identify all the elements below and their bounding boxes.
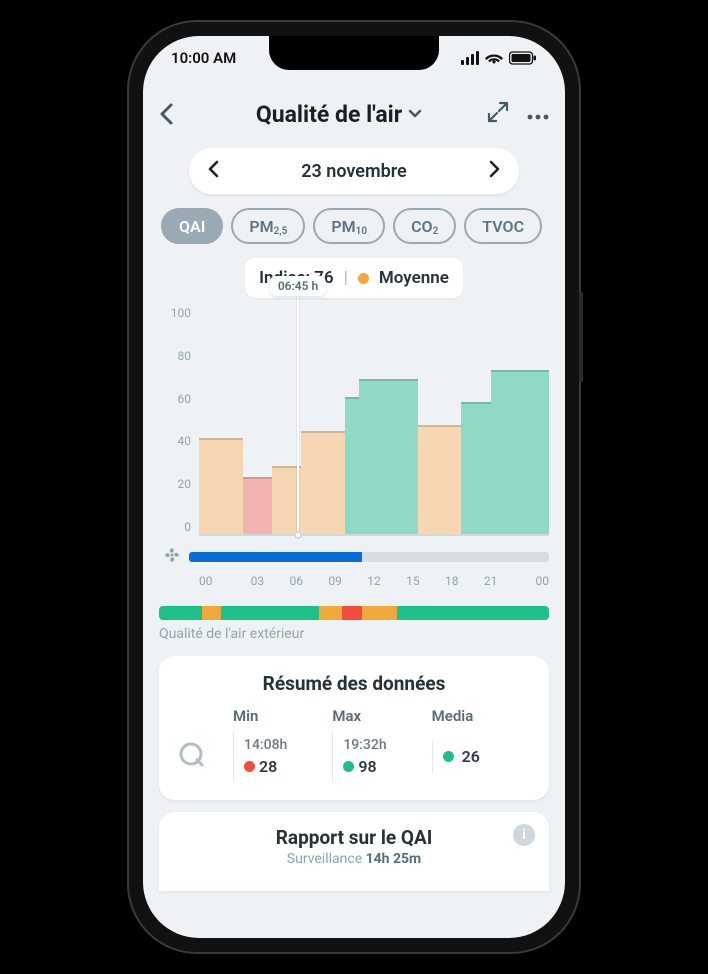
back-button[interactable] xyxy=(159,103,191,125)
wifi-icon xyxy=(485,51,503,65)
battery-icon xyxy=(509,51,537,65)
summary-card: Résumé des données . Min Max Media 14:08… xyxy=(159,656,549,800)
date-prev-button[interactable] xyxy=(207,160,219,183)
chip-tvoc[interactable]: TVOC xyxy=(464,208,542,244)
date-navigator: 23 novembre xyxy=(189,148,519,194)
summary-max-value: 98 xyxy=(358,757,376,776)
chart-plot[interactable]: 06:45 h xyxy=(199,306,549,536)
date-label: 23 novembre xyxy=(301,161,407,182)
outdoor-quality-bar xyxy=(159,606,549,620)
report-sub-label: Surveillance xyxy=(287,851,362,867)
summary-col-max: Max xyxy=(332,707,431,725)
fan-activity-track xyxy=(189,552,549,562)
outdoor-quality-label: Qualité de l'air extérieur xyxy=(159,626,549,642)
summary-col-media: Media xyxy=(432,707,531,725)
report-title: Rapport sur le QAI xyxy=(177,826,531,849)
status-time: 10:00 AM xyxy=(171,49,236,67)
summary-title: Résumé des données xyxy=(177,672,531,695)
expand-icon[interactable] xyxy=(487,101,509,127)
summary-max-time: 19:32h xyxy=(343,737,421,753)
metric-q-icon xyxy=(177,740,233,774)
summary-media-value: 26 xyxy=(462,747,480,766)
summary-col-min: Min xyxy=(233,707,332,725)
indice-status-dot xyxy=(358,273,369,284)
metric-chips: QAIPM2,5PM10CO2TVOC xyxy=(159,208,549,244)
more-icon[interactable] xyxy=(527,105,549,124)
qai-chart: 100806040200 06:45 h 0003060912151821 xyxy=(159,306,549,588)
chip-pm10[interactable]: PM10 xyxy=(313,208,385,244)
page-title: Qualité de l'air xyxy=(256,101,402,128)
app-bar: Qualité de l'air xyxy=(159,90,549,138)
page-title-dropdown[interactable]: Qualité de l'air xyxy=(201,101,477,128)
fan-icon xyxy=(163,546,181,568)
chip-qai[interactable]: QAI xyxy=(161,208,223,244)
cellular-icon xyxy=(461,51,479,65)
report-card[interactable]: i Rapport sur le QAI Surveillance 14h 25… xyxy=(159,812,549,891)
chip-co2[interactable]: CO2 xyxy=(393,208,456,244)
indice-status-label: Moyenne xyxy=(379,268,449,288)
chevron-down-icon xyxy=(408,109,422,119)
chip-pm2,5[interactable]: PM2,5 xyxy=(231,208,305,244)
report-duration: 14h 25m xyxy=(366,851,422,867)
info-icon[interactable]: i xyxy=(513,824,535,846)
chart-cursor[interactable]: 06:45 h xyxy=(297,278,299,534)
summary-min-time: 14:08h xyxy=(244,737,322,753)
cursor-label: 06:45 h xyxy=(270,276,326,296)
summary-min-value: 28 xyxy=(259,757,277,776)
date-next-button[interactable] xyxy=(489,160,501,183)
